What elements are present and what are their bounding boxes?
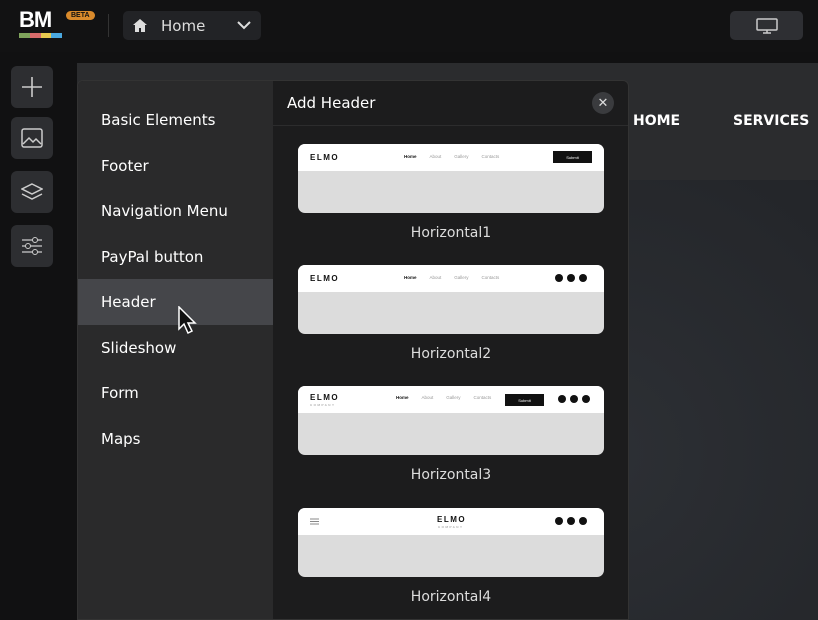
template-label: Horizontal3 (410, 467, 492, 483)
category-paypal-button[interactable]: PayPal button (78, 234, 273, 280)
template-button: Submit (505, 394, 544, 406)
template-button: Submit (553, 151, 592, 163)
template-link: About (429, 275, 442, 280)
desktop-view-button[interactable] (730, 11, 803, 40)
media-button[interactable] (11, 117, 53, 159)
page-selector-label: Home (161, 16, 206, 35)
facebook-icon (555, 274, 563, 282)
sliders-icon (22, 237, 42, 255)
category-list: Basic Elements Footer Navigation Menu Pa… (78, 81, 273, 619)
template-brand: ELMO (310, 393, 340, 402)
template-brand: ELMO (310, 274, 340, 283)
template-tagline: COMPANY (438, 525, 464, 529)
beta-badge: BETA (66, 11, 95, 20)
category-basic-elements[interactable]: Basic Elements (78, 97, 273, 143)
logo: BM (19, 9, 63, 38)
twitter-icon (579, 517, 587, 525)
template-brand: ELMO (437, 515, 467, 524)
twitter-icon (579, 274, 587, 282)
category-footer[interactable]: Footer (78, 143, 273, 189)
site-nav-home[interactable]: HOME (633, 113, 680, 129)
template-link: About (421, 395, 434, 400)
layers-icon (21, 183, 43, 200)
template-link: Gallery (454, 154, 469, 159)
category-maps[interactable]: Maps (78, 416, 273, 462)
add-element-panel: Basic Elements Footer Navigation Menu Pa… (77, 80, 629, 620)
facebook-icon (555, 517, 563, 525)
site-nav-services[interactable]: SERVICES (733, 113, 809, 129)
close-icon: ✕ (597, 95, 609, 111)
instagram-icon (567, 274, 575, 282)
template-horizontal2[interactable]: ELMO Home About Gallery Contacts (298, 265, 604, 334)
template-horizontal3[interactable]: ELMO COMPANY Home About Gallery Contacts Su… (298, 386, 604, 455)
instagram-icon (570, 395, 578, 403)
home-icon (133, 19, 147, 32)
template-link: Home (396, 395, 409, 400)
template-label: Horizontal4 (410, 589, 492, 605)
template-link: Contacts (473, 395, 492, 400)
category-form[interactable]: Form (78, 370, 273, 416)
template-label: Horizontal1 (410, 225, 492, 241)
template-label: Horizontal2 (410, 346, 492, 362)
template-link: Contacts (481, 275, 500, 280)
menu-icon (310, 518, 319, 525)
template-link: Contacts (481, 154, 500, 159)
facebook-icon (558, 395, 566, 403)
mouse-cursor-icon (178, 306, 197, 335)
monitor-icon (755, 17, 778, 34)
layers-button[interactable] (11, 171, 53, 213)
category-slideshow[interactable]: Slideshow (78, 325, 273, 371)
template-link: Gallery (446, 395, 461, 400)
settings-button[interactable] (11, 225, 53, 267)
top-bar: BM BETA Home (0, 0, 818, 52)
plus-icon (22, 77, 42, 97)
add-element-button[interactable] (11, 66, 53, 108)
template-link: Gallery (454, 275, 469, 280)
panel-header: Add Header ✕ (273, 81, 628, 126)
divider (108, 14, 109, 37)
image-icon (21, 128, 43, 148)
chevron-down-icon (237, 21, 251, 30)
panel-title: Add Header (287, 94, 376, 112)
template-horizontal4[interactable]: ELMO COMPANY (298, 508, 604, 577)
category-navigation-menu[interactable]: Navigation Menu (78, 188, 273, 234)
template-link: Home (404, 275, 417, 280)
template-tagline: COMPANY (310, 403, 336, 407)
template-horizontal1[interactable]: ELMO Home About Gallery Contacts Submit (298, 144, 604, 213)
twitter-icon (582, 395, 590, 403)
instagram-icon (567, 517, 575, 525)
category-header[interactable]: Header (78, 279, 273, 325)
close-button[interactable]: ✕ (592, 92, 614, 114)
page-selector[interactable]: Home (123, 11, 261, 40)
template-link: About (429, 154, 442, 159)
template-brand: ELMO (310, 153, 340, 162)
template-link: Home (404, 154, 417, 159)
